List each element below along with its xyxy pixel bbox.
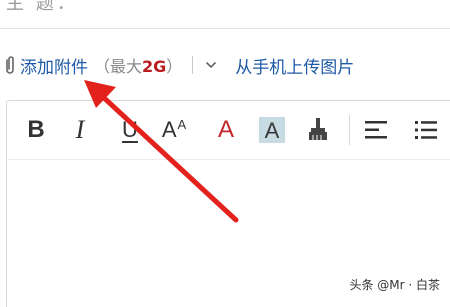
bold-button[interactable]: B [21, 115, 51, 145]
background-color-button[interactable]: A [257, 115, 287, 145]
font-size-big-letter: A [161, 117, 177, 142]
brush-icon [309, 118, 327, 140]
add-attachment-link[interactable]: 添加附件 [20, 53, 88, 78]
underline-button[interactable]: U [115, 115, 145, 145]
font-color-button[interactable]: A [211, 115, 241, 145]
subject-label: 主 题： [6, 0, 78, 14]
paperclip-icon [6, 56, 14, 74]
dropdown-chevron-icon[interactable] [205, 59, 217, 71]
format-toolbar: B I U AA A A [7, 101, 450, 160]
max-size-value: 2G [142, 57, 167, 76]
toolbar-divider [349, 115, 350, 145]
background-color-letter: A [259, 117, 285, 143]
align-left-icon [365, 121, 387, 139]
watermark: 头条 @Mr · 白茶 [349, 278, 440, 292]
align-button[interactable] [361, 115, 391, 145]
subject-row[interactable]: 主 题： [0, 0, 450, 29]
font-size-small-letter: A [177, 116, 187, 132]
attachment-separator [192, 56, 194, 74]
upload-from-phone-link[interactable]: 从手机上传图片 [235, 53, 354, 78]
attachment-row: 添加附件 （最大2G） 从手机上传图片 [0, 52, 450, 78]
format-painter-button[interactable] [303, 115, 333, 145]
bullet-list-icon [415, 121, 437, 139]
font-size-button[interactable]: AA [159, 115, 189, 145]
attachment-size-note: （最大2G） [94, 53, 182, 77]
size-note-prefix: （最大 [94, 57, 143, 76]
italic-button[interactable]: I [65, 115, 95, 145]
bullet-list-button[interactable] [411, 115, 441, 145]
size-note-suffix: ） [166, 57, 183, 76]
